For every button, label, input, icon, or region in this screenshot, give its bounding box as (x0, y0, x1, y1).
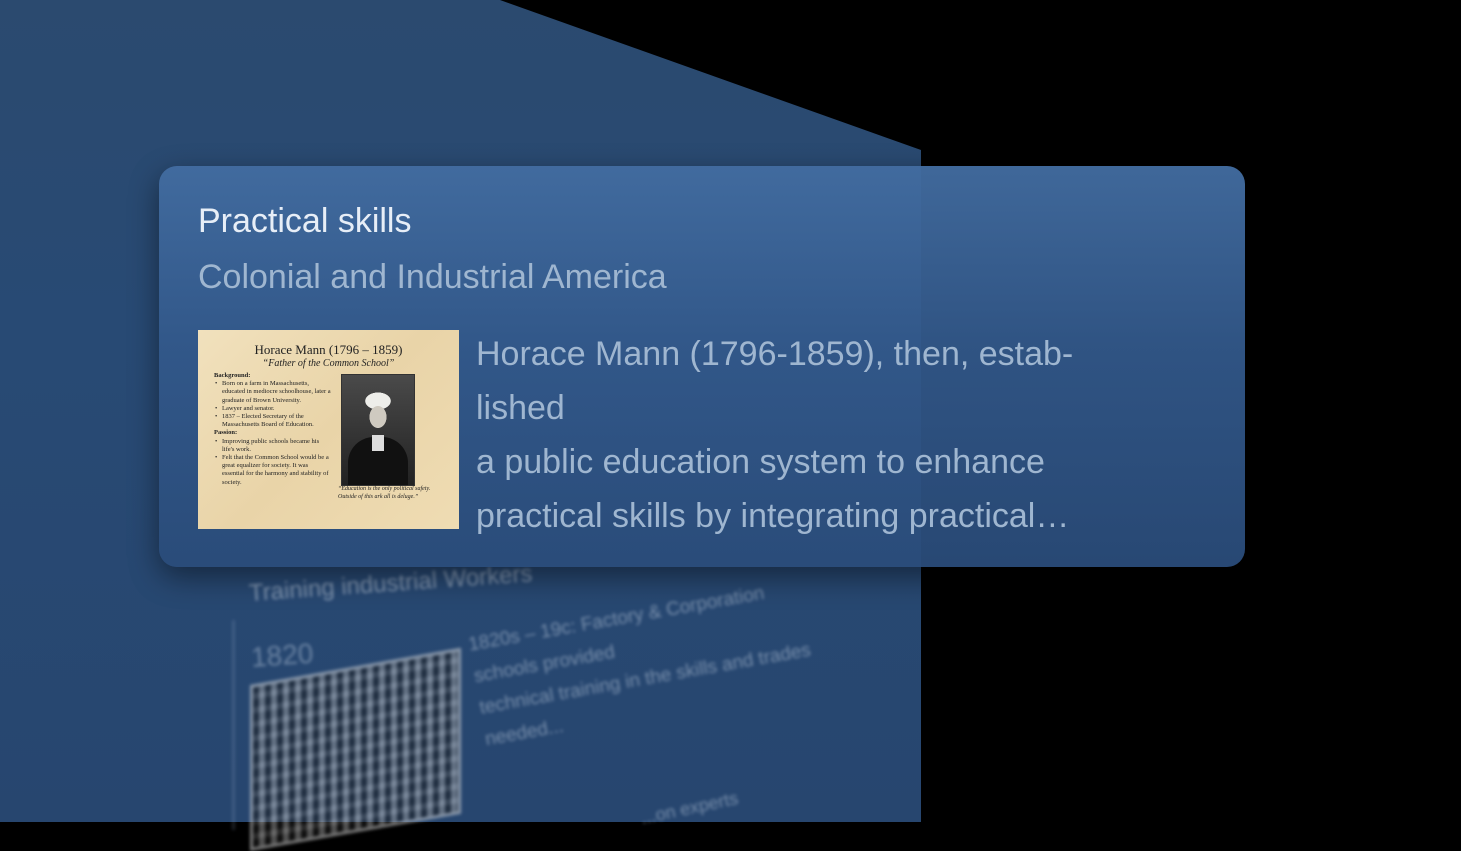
timeline-rail (232, 620, 235, 830)
thumbnail-bullet: Born on a farm in Massachusetts, educate… (214, 380, 332, 405)
slide-thumbnail[interactable]: Horace Mann (1796 – 1859) “Father of the… (198, 330, 459, 529)
thumbnail-bullet: Felt that the Common School would be a g… (214, 454, 332, 487)
background-result-card[interactable]: Training industrial Workers 1820 1820s –… (180, 560, 920, 851)
thumbnail-heading: Background: (214, 372, 251, 379)
portrait-collar (372, 435, 384, 451)
thumbnail-heading: Passion: (214, 429, 238, 437)
background-card-title: Training industrial Workers (248, 560, 534, 607)
thumbnail-bullet: 1837 – Elected Secretary of the Massachu… (214, 413, 332, 429)
background-card-thumbnail (250, 647, 461, 851)
excerpt-line: practical skills by integrating practica… (476, 497, 1070, 535)
thumbnail-subtitle: “Father of the Common School” (262, 358, 395, 369)
thumbnail-title: Horace Mann (1796 – 1859) (254, 342, 403, 357)
excerpt-line: a public education system to enhance (476, 443, 1045, 481)
card-subtitle: Colonial and Industrial America (198, 258, 667, 296)
thumbnail-bullet: Lawyer and senator. (214, 405, 332, 413)
background-card-extra: ...on experts (638, 787, 740, 829)
background-card-excerpt: 1820s – 19c: Factory & Corporation schoo… (466, 572, 819, 756)
result-card[interactable]: Practical skills Colonial and Industrial… (159, 166, 1245, 567)
card-excerpt: Horace Mann (1796-1859), then, estab- li… (476, 327, 1196, 543)
portrait-image (341, 374, 415, 486)
background-card-year: 1820 (250, 637, 315, 673)
excerpt-line: lished (476, 389, 565, 427)
thumbnail-bullet: Improving public schools became his life… (214, 438, 332, 454)
thumbnail-quote: “Education is the only political safety.… (338, 486, 431, 500)
excerpt-line: Horace Mann (1796-1859), then, estab- (476, 335, 1074, 373)
card-title: Practical skills (198, 202, 412, 240)
thumbnail-body: Background: Born on a farm in Massachuse… (214, 372, 332, 487)
